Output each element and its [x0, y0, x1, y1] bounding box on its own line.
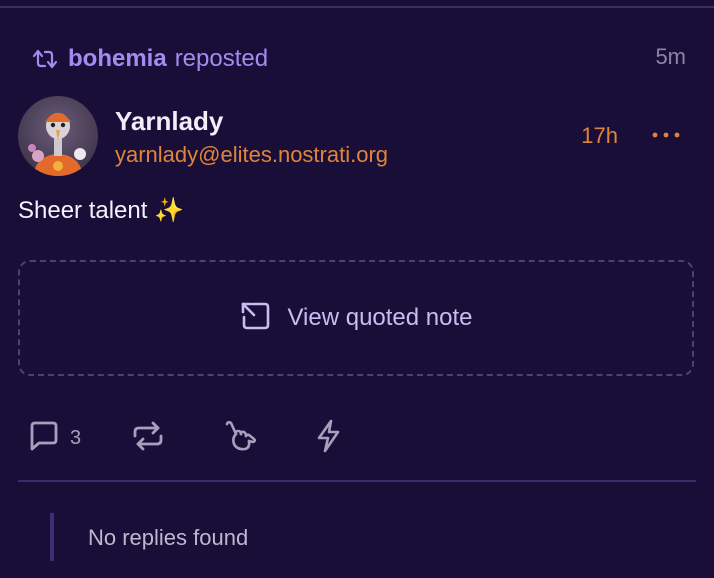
more-options-button[interactable]: [650, 118, 682, 152]
zap-button[interactable]: [312, 418, 352, 458]
reply-count: 3: [70, 426, 82, 449]
note-actions: 3: [26, 418, 352, 458]
note-thread-view: bohemia reposted 5m Yarnlady yarnlady@el…: [0, 0, 714, 578]
view-quoted-note-button[interactable]: View quoted note: [18, 260, 694, 376]
note-timestamp[interactable]: 17h: [581, 123, 618, 149]
avatar[interactable]: [18, 96, 98, 176]
replies-section: No replies found: [50, 513, 554, 561]
repost-icon: [30, 46, 60, 72]
repost-username[interactable]: bohemia: [68, 45, 167, 73]
repost-header: bohemia reposted: [30, 44, 268, 74]
more-horizontal-icon: [651, 126, 681, 144]
top-divider: [0, 6, 714, 8]
quote-label: View quoted note: [287, 304, 473, 331]
lightning-icon: [312, 418, 344, 459]
reply-button[interactable]: 3: [26, 418, 130, 458]
no-replies-label: No replies found: [88, 525, 249, 550]
repost-label: reposted: [174, 45, 269, 72]
section-divider: [18, 480, 696, 482]
shaka-hand-icon: [222, 418, 258, 459]
repost-button[interactable]: [130, 418, 222, 458]
comment-icon: [26, 419, 62, 458]
open-external-icon: [239, 299, 273, 338]
author-name[interactable]: Yarnlady: [115, 106, 223, 137]
repost-icon: [130, 419, 166, 458]
shaka-reaction-button[interactable]: [222, 418, 312, 458]
author-handle[interactable]: yarnlady@elites.nostrati.org: [115, 142, 388, 168]
note-content: Sheer talent ✨: [18, 197, 184, 224]
repost-timestamp: 5m: [655, 44, 686, 69]
